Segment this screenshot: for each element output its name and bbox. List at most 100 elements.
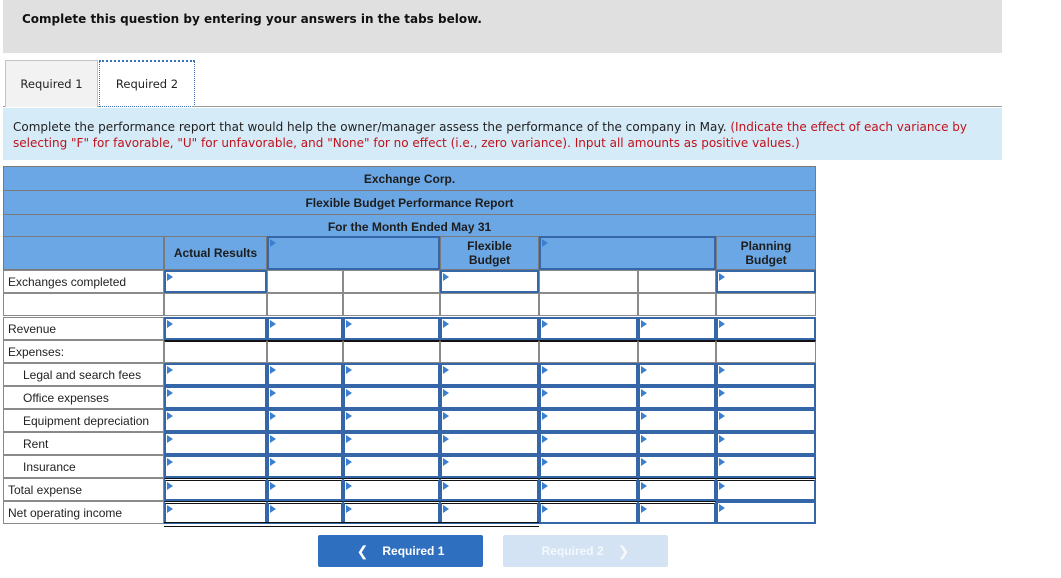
variance-1-effect-input[interactable] <box>345 389 438 409</box>
input-flag-icon <box>270 505 276 513</box>
variance-1-amount-input[interactable] <box>269 506 341 524</box>
input-flag-icon <box>542 505 548 513</box>
variance-2-amount-cell <box>539 293 638 316</box>
dropdown-flag-icon <box>270 239 276 247</box>
input-flag-icon <box>443 482 449 490</box>
variance-1-effect-input[interactable] <box>345 506 438 524</box>
planning-budget-input[interactable] <box>718 366 814 386</box>
variance-2-effect-input[interactable] <box>640 435 714 455</box>
planning-budget-input-cell <box>716 363 816 386</box>
variance-1-effect-input-cell <box>343 386 440 409</box>
variance-1-effect-input[interactable] <box>345 320 438 340</box>
flexible-budget-input[interactable] <box>442 389 537 409</box>
variance-2-amount-input[interactable] <box>541 435 636 455</box>
input-flag-icon <box>542 366 548 374</box>
flexible-budget-input[interactable] <box>442 412 537 432</box>
variance-1-amount-cell <box>267 340 343 363</box>
input-flag-icon <box>167 435 173 443</box>
variance-1-header-select[interactable] <box>267 236 440 270</box>
variance-2-amount-input[interactable] <box>541 366 636 386</box>
input-flag-icon <box>270 389 276 397</box>
planning-budget-input[interactable] <box>718 389 814 409</box>
flexible-budget-input[interactable] <box>442 320 537 340</box>
next-required-2-button[interactable]: Required 2 ❯ <box>503 535 668 567</box>
actual-input[interactable] <box>166 389 265 409</box>
planning-budget-cell <box>716 293 816 316</box>
tab-required-2[interactable]: Required 2 <box>99 60 195 107</box>
variance-2-amount-input[interactable] <box>541 483 636 501</box>
actual-input[interactable] <box>166 320 265 340</box>
planning-budget-input[interactable] <box>718 483 814 501</box>
variance-2-effect-input[interactable] <box>640 483 714 501</box>
variance-1-amount-input[interactable] <box>269 412 341 432</box>
variance-2-amount-input[interactable] <box>541 458 636 478</box>
variance-1-amount-input[interactable] <box>269 366 341 386</box>
row-label: Legal and search fees <box>3 363 164 386</box>
actual-input-cell <box>164 270 267 293</box>
variance-2-effect-input[interactable] <box>640 506 714 524</box>
flexible-budget-input[interactable] <box>442 366 537 386</box>
flexible-budget-input-cell <box>440 270 539 293</box>
variance-1-effect-input[interactable] <box>345 366 438 386</box>
input-flag-icon <box>542 389 548 397</box>
tab-required-1[interactable]: Required 1 <box>5 60 98 107</box>
variance-2-amount-input-cell <box>539 363 638 386</box>
variance-1-amount-input[interactable] <box>269 320 341 340</box>
variance-2-amount-input[interactable] <box>541 412 636 432</box>
input-flag-icon <box>346 389 352 397</box>
actual-input[interactable] <box>166 458 265 478</box>
prev-button-label: Required 1 <box>382 544 445 558</box>
variance-1-effect-input[interactable] <box>345 483 438 501</box>
variance-2-header-select[interactable] <box>539 236 716 270</box>
report-company: Exchange Corp. <box>3 166 816 190</box>
flexible-budget-input[interactable] <box>442 506 537 524</box>
variance-2-amount-input[interactable] <box>541 389 636 409</box>
variance-2-effect-input[interactable] <box>640 412 714 432</box>
input-flag-icon <box>270 320 276 328</box>
variance-2-amount-input[interactable] <box>541 506 636 524</box>
actual-input[interactable] <box>166 412 265 432</box>
variance-1-effect-input[interactable] <box>345 435 438 455</box>
planning-budget-input[interactable] <box>718 273 814 293</box>
variance-1-effect-input[interactable] <box>345 458 438 478</box>
row-label <box>3 293 164 316</box>
input-flag-icon <box>719 320 725 328</box>
variance-1-amount-input-cell <box>267 409 343 432</box>
variance-2-effect-input[interactable] <box>640 320 714 340</box>
variance-2-effect-input[interactable] <box>640 389 714 409</box>
flexible-budget-input[interactable] <box>442 458 537 478</box>
flexible-budget-input-cell <box>440 386 539 409</box>
actual-input[interactable] <box>166 273 265 293</box>
variance-1-amount-input[interactable] <box>269 435 341 455</box>
input-flag-icon <box>346 458 352 466</box>
actual-input[interactable] <box>166 483 265 501</box>
planning-budget-input[interactable] <box>718 320 814 340</box>
flexible-budget-input[interactable] <box>442 435 537 455</box>
planning-budget-input[interactable] <box>718 435 814 455</box>
variance-1-amount-input[interactable] <box>269 483 341 501</box>
input-flag-icon <box>719 412 725 420</box>
planning-budget-input[interactable] <box>718 458 814 478</box>
variance-2-effect-input[interactable] <box>640 458 714 478</box>
variance-1-amount-input[interactable] <box>269 389 341 409</box>
input-flag-icon <box>167 273 173 281</box>
label-column-header <box>3 236 164 270</box>
actual-input[interactable] <box>166 506 265 524</box>
variance-2-effect-input[interactable] <box>640 366 714 386</box>
actual-input[interactable] <box>166 435 265 455</box>
actual-input[interactable] <box>166 366 265 386</box>
prev-required-1-button[interactable]: ❮ Required 1 <box>318 535 483 567</box>
planning-budget-label-2: Budget <box>745 253 787 267</box>
variance-2-amount-input-cell <box>539 478 638 501</box>
table-row: Equipment depreciation <box>3 409 816 432</box>
flexible-budget-input[interactable] <box>442 273 537 293</box>
planning-budget-input[interactable] <box>718 412 814 432</box>
flexible-budget-input[interactable] <box>442 483 537 501</box>
planning-budget-input[interactable] <box>718 504 814 524</box>
input-flag-icon <box>443 320 449 328</box>
variance-1-amount-input[interactable] <box>269 458 341 478</box>
variance-1-effect-input[interactable] <box>345 412 438 432</box>
table-row: Revenue <box>3 317 816 340</box>
variance-2-amount-input[interactable] <box>541 320 636 340</box>
variance-1-effect-input-cell <box>343 478 440 501</box>
